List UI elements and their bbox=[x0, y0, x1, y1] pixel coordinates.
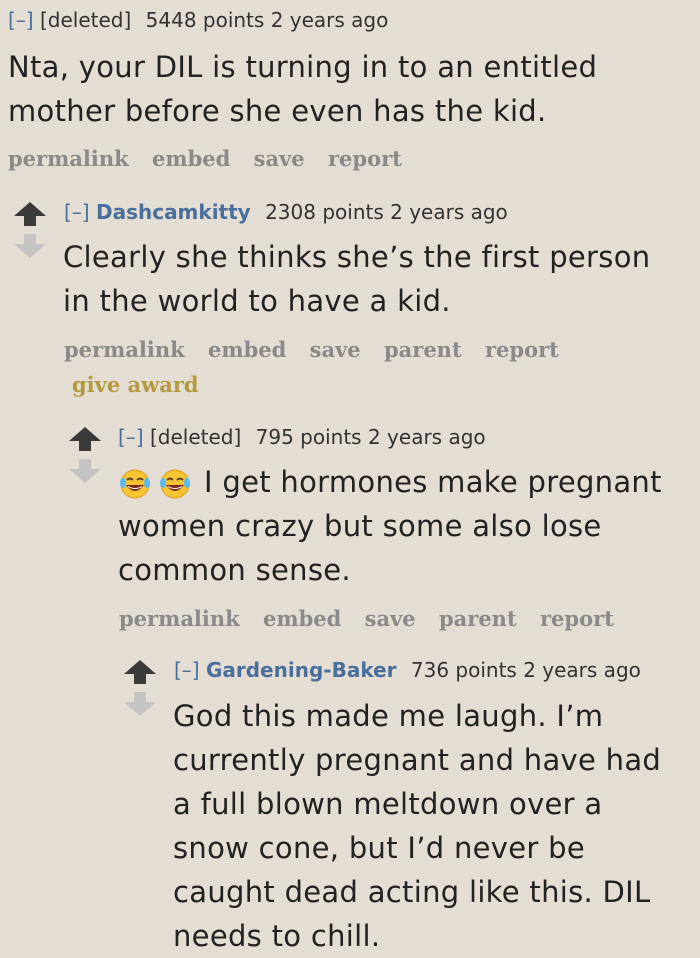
upvote-arrow-icon[interactable] bbox=[124, 660, 156, 684]
comment-line: caught dead acting like this. DIL bbox=[173, 875, 651, 909]
comment-author[interactable]: Dashcamkitty bbox=[96, 200, 251, 224]
parent-link[interactable]: parent bbox=[384, 337, 462, 362]
comment-age: 2 years ago bbox=[367, 425, 486, 449]
comment-line: Clearly she thinks she’s the first perso… bbox=[63, 240, 651, 274]
comment-author: [deleted] bbox=[39, 8, 132, 32]
comment-body: Clearly she thinks she’s the first perso… bbox=[63, 235, 693, 323]
permalink-link[interactable]: permalink bbox=[64, 337, 185, 362]
comment-line: a full blown meltdown over a bbox=[173, 787, 603, 821]
comment-age: 2 years ago bbox=[390, 200, 508, 224]
report-link[interactable]: report bbox=[328, 146, 402, 171]
comment-1-meta: [–] [deleted] 5448 points 2 years ago bbox=[8, 8, 388, 32]
laughing-tears-emoji bbox=[160, 469, 190, 499]
downvote-arrow-icon[interactable] bbox=[124, 692, 156, 716]
downvote-arrow-icon[interactable] bbox=[69, 459, 101, 483]
comment-line: women crazy but some also lose bbox=[118, 509, 602, 543]
comment-line-with-emoji: I get hormones make pregnant bbox=[118, 460, 693, 504]
comment-line: currently pregnant and have had bbox=[173, 743, 662, 777]
give-award-link[interactable]: give award bbox=[72, 372, 199, 398]
comment-author[interactable]: Gardening-Baker bbox=[206, 658, 397, 682]
comment-body: I get hormones make pregnant women crazy… bbox=[118, 460, 693, 592]
comment-2-meta: [–] Dashcamkitty 2308 points 2 years ago bbox=[64, 200, 508, 224]
comment-score: 5448 points bbox=[145, 8, 265, 32]
comment-actions: permalink embed save report bbox=[8, 146, 418, 172]
collapse-toggle[interactable]: [–] bbox=[64, 200, 90, 224]
comment-line: common sense. bbox=[118, 553, 351, 587]
permalink-link[interactable]: permalink bbox=[119, 606, 240, 631]
vote-arrows bbox=[14, 202, 46, 258]
collapse-toggle[interactable]: [–] bbox=[118, 425, 144, 449]
embed-link[interactable]: embed bbox=[263, 606, 341, 631]
upvote-arrow-icon[interactable] bbox=[69, 427, 101, 451]
comment-3-meta: [–] [deleted] 795 points 2 years ago bbox=[118, 425, 486, 449]
comment-score: 795 points bbox=[255, 425, 362, 449]
permalink-link[interactable]: permalink bbox=[8, 146, 129, 171]
collapse-toggle[interactable]: [–] bbox=[174, 658, 200, 682]
embed-link[interactable]: embed bbox=[208, 337, 286, 362]
comment-actions: permalink embed save parent report bbox=[119, 606, 630, 632]
save-link[interactable]: save bbox=[254, 146, 305, 171]
report-link[interactable]: report bbox=[485, 337, 559, 362]
vote-arrows bbox=[124, 660, 156, 716]
comment-age: 2 years ago bbox=[270, 8, 389, 32]
report-link[interactable]: report bbox=[540, 606, 614, 631]
comment-body: Nta, your DIL is turning in to an entitl… bbox=[8, 45, 688, 133]
embed-link[interactable]: embed bbox=[152, 146, 230, 171]
parent-link[interactable]: parent bbox=[439, 606, 517, 631]
comment-line: God this made me laugh. I’m bbox=[173, 699, 604, 733]
comment-4-meta: [–] Gardening-Baker 736 points 2 years a… bbox=[174, 658, 641, 682]
comment-score: 2308 points bbox=[265, 200, 384, 224]
comment-line: needs to chill. bbox=[173, 919, 381, 953]
comment-score: 736 points bbox=[410, 658, 517, 682]
save-link[interactable]: save bbox=[310, 337, 361, 362]
vote-arrows bbox=[69, 427, 101, 483]
collapse-toggle[interactable]: [–] bbox=[8, 8, 34, 32]
comment-age: 2 years ago bbox=[523, 658, 641, 682]
comment-body: God this made me laugh. I’m currently pr… bbox=[173, 694, 693, 958]
comment-author: [deleted] bbox=[149, 425, 242, 449]
save-link[interactable]: save bbox=[365, 606, 416, 631]
comment-line: mother before she even has the kid. bbox=[8, 94, 547, 128]
downvote-arrow-icon[interactable] bbox=[14, 234, 46, 258]
comment-actions: permalink embed save parent report bbox=[64, 337, 575, 363]
upvote-arrow-icon[interactable] bbox=[14, 202, 46, 226]
comment-line: in the world to have a kid. bbox=[63, 284, 451, 318]
comment-line: I get hormones make pregnant bbox=[204, 465, 662, 499]
comment-line: snow cone, but I’d never be bbox=[173, 831, 586, 865]
laughing-tears-emoji bbox=[120, 469, 150, 499]
comment-line: Nta, your DIL is turning in to an entitl… bbox=[8, 50, 598, 84]
